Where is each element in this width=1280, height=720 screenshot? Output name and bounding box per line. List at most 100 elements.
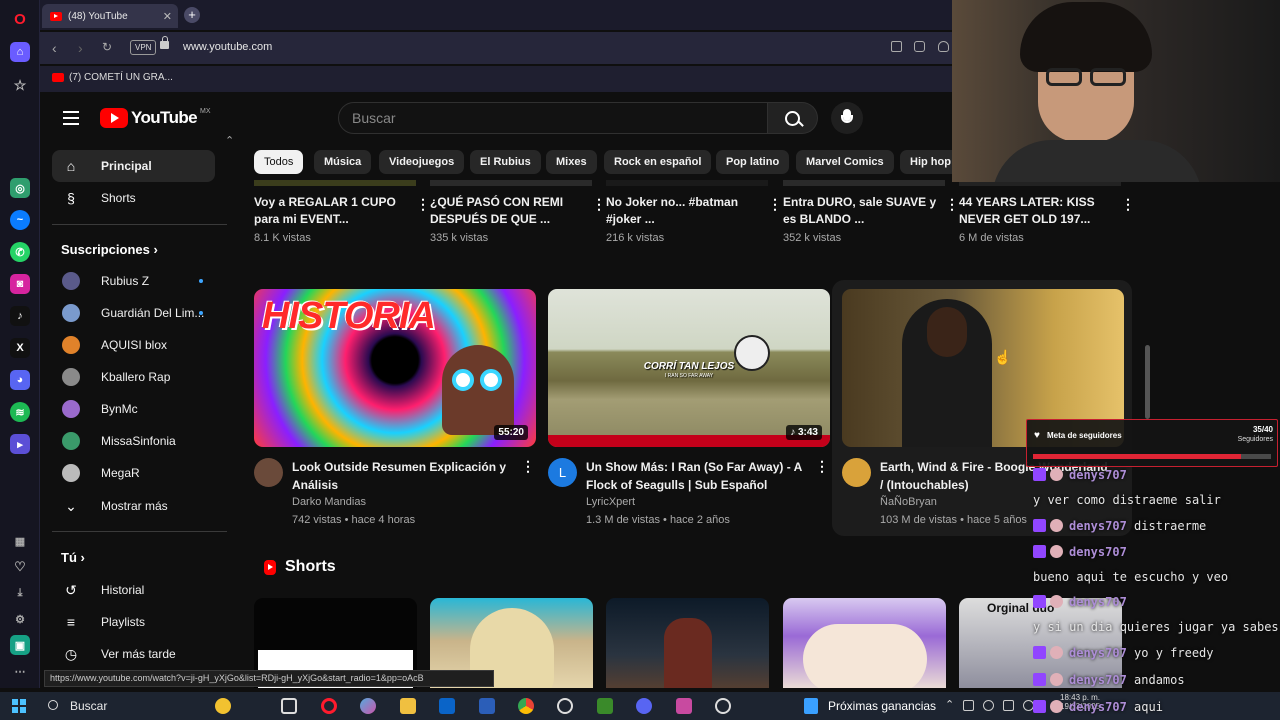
video-thumbnail[interactable]: HISTORIA 55:20 [254,289,536,447]
video-card[interactable]: HISTORIA 55:20 Look Outside Resumen Expl… [254,289,536,528]
short-thumbnail[interactable] [606,598,769,688]
close-tab-icon[interactable]: ✕ [163,10,172,23]
copilot-icon[interactable] [360,698,376,714]
menu-icon[interactable] [63,111,79,125]
guide-shorts[interactable]: § Shorts [52,182,215,214]
reload-icon[interactable]: ↻ [102,40,112,54]
outlook-icon[interactable] [439,698,455,714]
copilot-sparkle-icon[interactable] [215,698,231,714]
extension-icon[interactable]: ▣ [10,635,30,655]
instagram-icon[interactable]: ◙ [10,274,30,294]
media-player-icon[interactable] [557,698,573,714]
more-options-icon[interactable]: ⋮ [592,196,606,213]
tiktok-icon[interactable]: ♪ [10,306,30,326]
sub-item-3[interactable]: Kballero Rap [52,361,215,393]
voice-search-button[interactable] [831,102,863,134]
channel-name[interactable]: Darko Mandias [292,496,366,508]
opera-logo-icon[interactable]: O [10,9,30,29]
chatgpt-icon[interactable]: ◎ [10,178,30,198]
tray-app-icon[interactable] [1003,700,1014,711]
show-more-button[interactable]: ⌄ Mostrar más [52,490,215,522]
vpn-badge[interactable]: VPN [130,40,157,55]
video-card[interactable]: CORRÍ TAN LEJOS I RAN SO FAR AWAY ♪ 3:43… [548,289,830,528]
search-icon[interactable] [48,700,58,710]
whatsapp-icon[interactable]: ✆ [10,242,30,262]
taskbar-search[interactable]: Buscar [70,699,107,713]
chip[interactable]: Pop latino [716,150,790,174]
more-options-icon[interactable]: ⋮ [416,196,430,213]
chip[interactable]: Marvel Comics [796,150,894,174]
video-card-small[interactable]: Voy a REGALAR 1 CUPO para mi EVENT... 8.… [254,194,430,244]
sub-item-2[interactable]: AQUISI blox [52,329,215,361]
player-icon[interactable]: ▸ [10,434,30,454]
more-options-icon[interactable]: ⋮ [945,196,959,213]
windows-start-icon[interactable] [12,699,26,713]
tray-app-icon[interactable] [963,700,974,711]
word-icon[interactable] [479,698,495,714]
chip[interactable]: Videojuegos [379,150,465,174]
chrome-icon[interactable] [518,698,534,714]
shield-icon[interactable] [938,41,949,52]
sub-item-1[interactable]: Guardián Del Lim... [52,297,215,329]
sub-item-4[interactable]: BynMc [52,393,215,425]
more-options-icon[interactable]: ⋮ [768,196,782,213]
settings-gear-icon[interactable]: ⚙ [10,609,30,629]
sub-item-5[interactable]: MissaSinfonia [52,425,215,457]
chip[interactable]: El Rubius [470,150,541,174]
subscriptions-header[interactable]: Suscripciones › [61,242,158,257]
more-options-icon[interactable]: ⋮ [521,458,535,475]
guide-scroll-up-icon[interactable]: ⌃ [225,134,234,147]
download-icon[interactable]: ⤓ [10,583,30,603]
tab-youtube[interactable]: (48) YouTube ✕ [42,4,178,28]
video-title[interactable]: Look Outside Resumen Explicación y Análi… [292,458,522,494]
lock-icon[interactable] [160,36,169,49]
forward-icon[interactable]: › [78,40,83,56]
x-icon[interactable]: X [10,338,30,358]
sub-item-6[interactable]: MegaR [52,457,215,489]
heart-icon[interactable]: ♡ [10,557,30,577]
guide-watch-later[interactable]: ◷ Ver más tarde [52,638,215,670]
video-title[interactable]: No Joker no... #batman #joker ... [606,194,766,228]
video-card-small[interactable]: 44 YEARS LATER: KISS NEVER GET OLD 197..… [959,194,1135,244]
camera-icon[interactable] [914,41,925,52]
guide-history[interactable]: ↺ Historial [52,574,215,606]
search-button[interactable] [768,102,818,134]
back-icon[interactable]: ‹ [52,40,57,56]
video-title[interactable]: Un Show Más: I Ran (So Far Away) - A Flo… [586,458,816,494]
stocks-widget[interactable]: Próximas ganancias [828,699,936,713]
file-explorer-icon[interactable] [400,698,416,714]
task-view-icon[interactable] [281,698,297,714]
video-thumbnail[interactable]: CORRÍ TAN LEJOS I RAN SO FAR AWAY ♪ 3:43 [548,289,830,447]
messenger-icon[interactable]: ~ [10,210,30,230]
video-title[interactable]: Entra DURO, sale SUAVE y es BLANDO ... [783,194,943,228]
channel-avatar[interactable]: L [548,458,577,487]
video-title[interactable]: 44 YEARS LATER: KISS NEVER GET OLD 197..… [959,194,1119,228]
more-options-icon[interactable]: ⋮ [1121,196,1135,213]
short-thumbnail[interactable] [783,598,946,688]
spotify-icon[interactable]: ≋ [10,402,30,422]
sub-item-0[interactable]: Rubius Z [52,265,215,297]
chip[interactable]: Música [314,150,372,174]
bookmark-item[interactable]: (7) COMETÍ UN GRA... [52,72,173,83]
new-tab-button[interactable]: + [184,7,200,23]
more-options-icon[interactable]: ⋮ [815,458,829,475]
video-title[interactable]: Voy a REGALAR 1 CUPO para mi EVENT... [254,194,414,228]
channel-avatar[interactable] [254,458,283,487]
app-icon[interactable] [676,698,692,714]
channel-name[interactable]: ÑaÑoBryan [880,496,937,508]
guide-home[interactable]: ⌂ Principal [52,150,215,182]
you-header[interactable]: Tú › [61,550,85,565]
search-input[interactable] [339,103,767,133]
stocks-widget-icon[interactable] [804,698,818,714]
channel-avatar[interactable] [842,458,871,487]
scrollbar-thumb[interactable] [1145,345,1150,419]
cloud-icon[interactable] [983,700,994,711]
youtube-logo[interactable]: YouTube MX [100,108,211,128]
home-icon[interactable]: ⌂ [10,42,30,62]
tray-chevron-icon[interactable]: ⌃ [945,698,954,711]
guide-playlists[interactable]: ≡ Playlists [52,606,215,638]
chip[interactable]: Rock en español [604,150,712,174]
chip[interactable]: Mixes [546,150,597,174]
opera-icon[interactable] [321,698,337,714]
url-field[interactable]: www.youtube.com [183,41,272,53]
